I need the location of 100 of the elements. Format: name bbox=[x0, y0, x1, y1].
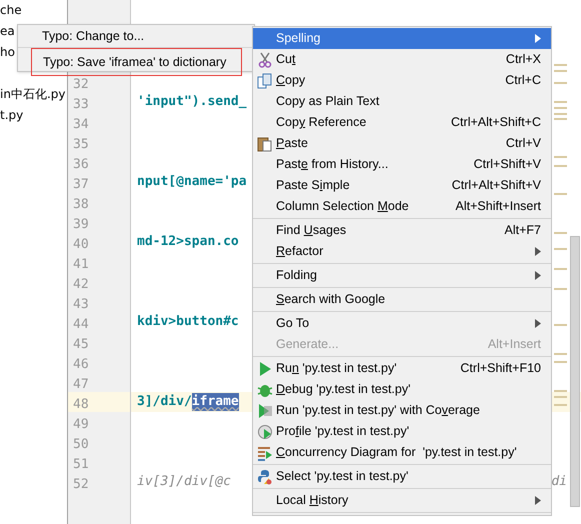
line-number: 40 bbox=[73, 237, 89, 252]
menu-item[interactable]: Run 'py.test in test.py' Ctrl+Shift+F10 bbox=[253, 358, 551, 379]
coverage-play-icon bbox=[256, 402, 272, 418]
menu-item-label: Paste bbox=[276, 135, 308, 152]
shortcut-text: Ctrl+Alt+Shift+C bbox=[451, 114, 541, 132]
menu-item[interactable]: Local History bbox=[253, 490, 551, 511]
file-name[interactable]: ea bbox=[0, 21, 15, 42]
submenu-arrow-icon bbox=[535, 319, 541, 328]
menu-item-label: Refactor bbox=[276, 243, 324, 260]
menu-item-label: Select 'py.test in test.py' bbox=[276, 468, 408, 486]
menu-item-label: Copy Reference bbox=[276, 114, 366, 132]
line-number: 36 bbox=[73, 157, 89, 172]
menu-item-label: Run 'py.test in test.py' bbox=[276, 360, 397, 378]
menu-item-label: Copy bbox=[276, 72, 306, 90]
line-number: 34 bbox=[73, 117, 89, 132]
menu-item[interactable]: Spelling bbox=[253, 28, 551, 49]
submenu-arrow-icon bbox=[535, 496, 541, 505]
menu-item[interactable]: Cut Ctrl+X bbox=[253, 49, 551, 70]
diagram-play-icon bbox=[256, 444, 272, 460]
line-number: 46 bbox=[73, 357, 89, 372]
submenu-arrow-icon bbox=[535, 247, 541, 256]
line-number: 35 bbox=[73, 137, 89, 152]
shortcut-text: Ctrl+Shift+V bbox=[474, 156, 541, 174]
line-number: 50 bbox=[73, 437, 89, 452]
menu-item[interactable]: Concurrency Diagram for 'py.test in test.py' bbox=[253, 442, 551, 463]
shortcut-text: Ctrl+C bbox=[505, 72, 541, 90]
menu-item-label: Go To bbox=[276, 315, 310, 332]
code-text: kdiv>button#c bbox=[137, 313, 239, 331]
submenu-item[interactable]: Typo: Save 'iframea' to dictionary bbox=[31, 48, 242, 76]
menu-item[interactable]: Find Usages Alt+F7 bbox=[253, 220, 551, 241]
line-number: 47 bbox=[73, 377, 89, 392]
menu-item[interactable]: Refactor bbox=[253, 241, 551, 262]
line-number: 32 bbox=[73, 77, 89, 92]
code-text: md-12>span.co bbox=[137, 233, 239, 251]
line-number: 49 bbox=[73, 417, 89, 432]
menu-item-label: Run 'py.test in test.py' with Coverage bbox=[276, 402, 480, 420]
menu-item[interactable]: Profile 'py.test in test.py' bbox=[253, 421, 551, 442]
scissors-icon bbox=[256, 52, 272, 68]
menu-item-label: Profile 'py.test in test.py' bbox=[276, 423, 410, 440]
menu-item[interactable]: Paste Simple Ctrl+Alt+Shift+V bbox=[253, 175, 551, 196]
shortcut-text: Ctrl+Alt+Shift+V bbox=[452, 177, 541, 194]
file-name[interactable]: ho bbox=[0, 42, 15, 63]
file-name[interactable]: in中石化.py bbox=[0, 84, 66, 105]
file-name[interactable]: che bbox=[0, 0, 22, 21]
line-number: 45 bbox=[73, 337, 89, 352]
line-number: 51 bbox=[73, 457, 89, 472]
code-text: iv[3]/div[@c bbox=[137, 473, 231, 491]
menu-item-label: Folding bbox=[276, 267, 317, 284]
submenu-arrow-icon bbox=[535, 271, 541, 280]
menu-item[interactable]: Run 'py.test in test.py' with Coverage bbox=[253, 400, 551, 421]
profiler-icon bbox=[256, 424, 272, 440]
menu-item[interactable]: Folding bbox=[253, 265, 551, 286]
line-number: 48 bbox=[73, 397, 89, 412]
menu-item-label: Local History bbox=[276, 492, 348, 510]
menu-item[interactable]: Search with Google bbox=[253, 289, 551, 310]
menu-item-label: Spelling bbox=[276, 30, 320, 48]
code-text: di bbox=[551, 473, 567, 491]
menu-item[interactable]: Copy Reference Ctrl+Alt+Shift+C bbox=[253, 112, 551, 133]
shortcut-text: Alt+Shift+Insert bbox=[456, 198, 541, 216]
menu-item-label: Concurrency Diagram for 'py.test in test.py' bbox=[276, 444, 517, 462]
shortcut-text: Alt+Insert bbox=[488, 336, 541, 354]
menu-item[interactable]: Debug 'py.test in test.py' bbox=[253, 379, 551, 400]
menu-item-label: Column Selection Mode bbox=[276, 198, 409, 216]
submenu-item[interactable]: Typo: Change to... bbox=[18, 25, 254, 47]
shortcut-text: Alt+F7 bbox=[504, 222, 541, 240]
line-number: 41 bbox=[73, 257, 89, 272]
menu-item-label: Debug 'py.test in test.py' bbox=[276, 381, 410, 398]
line-number: 44 bbox=[73, 317, 89, 332]
menu-item[interactable]: Copy as Plain Text bbox=[253, 91, 551, 112]
line-number: 42 bbox=[73, 277, 89, 292]
line-number: 52 bbox=[73, 477, 89, 492]
file-name[interactable]: t.py bbox=[0, 105, 24, 126]
code-text: 'input").send_ bbox=[137, 93, 247, 111]
submenu-arrow-icon bbox=[535, 34, 541, 43]
menu-item-label: Paste from History... bbox=[276, 156, 388, 174]
code-text: nput[@name='pa bbox=[137, 173, 247, 191]
shortcut-text: Ctrl+X bbox=[506, 51, 541, 68]
menu-item[interactable]: Paste from History... Ctrl+Shift+V bbox=[253, 154, 551, 175]
copy-icon bbox=[256, 72, 272, 88]
menu-item-label: Paste Simple bbox=[276, 177, 350, 194]
code-text: 3]/div/ bbox=[137, 393, 192, 411]
line-number: 43 bbox=[73, 297, 89, 312]
menu-item-label: Find Usages bbox=[276, 222, 346, 240]
menu-item[interactable]: Paste Ctrl+V bbox=[253, 133, 551, 154]
line-number: 39 bbox=[73, 217, 89, 232]
shortcut-text: Ctrl+V bbox=[506, 135, 541, 152]
menu-item[interactable]: Column Selection Mode Alt+Shift+Insert bbox=[253, 196, 551, 217]
line-number: 38 bbox=[73, 197, 89, 212]
menu-item[interactable]: Go To bbox=[253, 313, 551, 334]
line-number: 33 bbox=[73, 97, 89, 112]
menu-item-label: Cut bbox=[276, 51, 296, 68]
shortcut-text: Ctrl+Shift+F10 bbox=[460, 360, 541, 378]
menu-item[interactable]: Copy Ctrl+C bbox=[253, 70, 551, 91]
menu-item-label: Generate... bbox=[276, 336, 339, 354]
menu-item-label: Copy as Plain Text bbox=[276, 93, 380, 110]
scrollbar-thumb[interactable] bbox=[570, 236, 580, 507]
clipboard-icon bbox=[256, 136, 272, 152]
line-number: 37 bbox=[73, 177, 89, 192]
menu-item[interactable]: Select 'py.test in test.py' bbox=[253, 466, 551, 487]
menu-item-label: Search with Google bbox=[276, 291, 386, 308]
